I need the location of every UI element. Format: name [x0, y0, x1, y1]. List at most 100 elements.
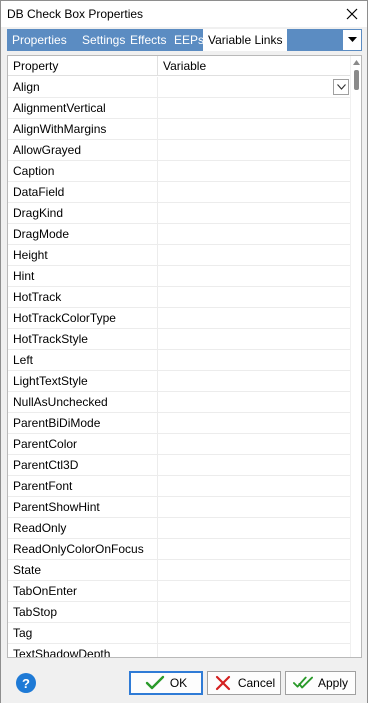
- property-name-cell[interactable]: TextShadowDepth: [8, 644, 158, 657]
- variable-cell[interactable]: [158, 581, 351, 601]
- property-name-cell[interactable]: Align: [8, 77, 158, 97]
- property-row[interactable]: TextShadowDepth: [8, 644, 351, 657]
- scroll-thumb[interactable]: [354, 70, 359, 90]
- property-row[interactable]: Height: [8, 245, 351, 266]
- tab-settings[interactable]: Settings: [77, 29, 130, 51]
- variable-cell[interactable]: [158, 413, 351, 433]
- property-row[interactable]: ReadOnlyColorOnFocus: [8, 539, 351, 560]
- variable-cell[interactable]: [158, 329, 351, 349]
- property-name-cell[interactable]: ReadOnly: [8, 518, 158, 538]
- property-row[interactable]: DataField: [8, 182, 351, 203]
- property-row[interactable]: DragKind: [8, 203, 351, 224]
- column-header-property[interactable]: Property: [8, 56, 158, 76]
- property-row[interactable]: ParentCtl3D: [8, 455, 351, 476]
- property-name-cell[interactable]: Height: [8, 245, 158, 265]
- variable-cell[interactable]: [158, 371, 351, 391]
- property-name-cell[interactable]: TabStop: [8, 602, 158, 622]
- variable-cell[interactable]: [158, 455, 351, 475]
- property-name-cell[interactable]: Left: [8, 350, 158, 370]
- property-row[interactable]: NullAsUnchecked: [8, 392, 351, 413]
- apply-button[interactable]: Apply: [285, 671, 356, 695]
- variable-cell[interactable]: [158, 308, 351, 328]
- tab-list-dropdown-button[interactable]: [342, 29, 362, 51]
- property-row[interactable]: HotTrackColorType: [8, 308, 351, 329]
- help-button[interactable]: ?: [16, 673, 36, 693]
- variable-cell[interactable]: [158, 287, 351, 307]
- property-name-cell[interactable]: TabOnEnter: [8, 581, 158, 601]
- variable-cell[interactable]: [158, 161, 351, 181]
- property-row[interactable]: Align: [8, 77, 351, 98]
- property-row[interactable]: HotTrackStyle: [8, 329, 351, 350]
- variable-cell[interactable]: [158, 539, 351, 559]
- property-name-cell[interactable]: HotTrack: [8, 287, 158, 307]
- property-name-cell[interactable]: ParentCtl3D: [8, 455, 158, 475]
- property-row[interactable]: LightTextStyle: [8, 371, 351, 392]
- property-row[interactable]: State: [8, 560, 351, 581]
- variable-cell[interactable]: [158, 224, 351, 244]
- variable-cell[interactable]: [158, 182, 351, 202]
- property-row[interactable]: TabOnEnter: [8, 581, 351, 602]
- property-row[interactable]: Tag: [8, 623, 351, 644]
- scroll-up-button[interactable]: [351, 58, 361, 66]
- variable-cell[interactable]: [158, 119, 351, 139]
- variable-cell[interactable]: [158, 77, 351, 97]
- property-name-cell[interactable]: DataField: [8, 182, 158, 202]
- variable-cell[interactable]: [158, 140, 351, 160]
- column-header-variable[interactable]: Variable: [158, 56, 351, 76]
- property-row[interactable]: HotTrack: [8, 287, 351, 308]
- variable-cell[interactable]: [158, 518, 351, 538]
- property-name-cell[interactable]: Caption: [8, 161, 158, 181]
- property-row[interactable]: AlignmentVertical: [8, 98, 351, 119]
- property-name-cell[interactable]: ParentFont: [8, 476, 158, 496]
- property-row[interactable]: Hint: [8, 266, 351, 287]
- variable-cell[interactable]: [158, 350, 351, 370]
- cancel-button[interactable]: Cancel: [207, 671, 281, 695]
- property-name-cell[interactable]: AlignmentVertical: [8, 98, 158, 118]
- variable-cell[interactable]: [158, 476, 351, 496]
- variable-cell[interactable]: [158, 497, 351, 517]
- tab-effects[interactable]: Effects: [125, 29, 171, 51]
- variable-cell[interactable]: [158, 644, 351, 657]
- property-name-cell[interactable]: ReadOnlyColorOnFocus: [8, 539, 158, 559]
- property-name-cell[interactable]: ParentColor: [8, 434, 158, 454]
- property-row[interactable]: Caption: [8, 161, 351, 182]
- property-name-cell[interactable]: DragKind: [8, 203, 158, 223]
- property-name-cell[interactable]: ParentShowHint: [8, 497, 158, 517]
- tab-variable-links[interactable]: Variable Links: [203, 29, 288, 51]
- property-name-cell[interactable]: AllowGrayed: [8, 140, 158, 160]
- variable-cell[interactable]: [158, 245, 351, 265]
- variable-cell[interactable]: [158, 602, 351, 622]
- vertical-scrollbar[interactable]: [350, 56, 361, 657]
- property-name-cell[interactable]: State: [8, 560, 158, 580]
- property-name-cell[interactable]: Hint: [8, 266, 158, 286]
- property-row[interactable]: ReadOnly: [8, 518, 351, 539]
- tab-properties[interactable]: Properties: [7, 29, 72, 51]
- property-name-cell[interactable]: LightTextStyle: [8, 371, 158, 391]
- property-row[interactable]: ParentColor: [8, 434, 351, 455]
- variable-dropdown-button[interactable]: [333, 79, 349, 95]
- variable-cell[interactable]: [158, 623, 351, 643]
- property-row[interactable]: TabStop: [8, 602, 351, 623]
- variable-cell[interactable]: [158, 434, 351, 454]
- property-row[interactable]: ParentFont: [8, 476, 351, 497]
- variable-cell[interactable]: [158, 98, 351, 118]
- property-row[interactable]: Left: [8, 350, 351, 371]
- property-row[interactable]: ParentShowHint: [8, 497, 351, 518]
- variable-cell[interactable]: [158, 203, 351, 223]
- property-name-cell[interactable]: DragMode: [8, 224, 158, 244]
- variable-cell[interactable]: [158, 392, 351, 412]
- property-name-cell[interactable]: HotTrackColorType: [8, 308, 158, 328]
- property-row[interactable]: ParentBiDiMode: [8, 413, 351, 434]
- property-name-cell[interactable]: Tag: [8, 623, 158, 643]
- variable-cell[interactable]: [158, 560, 351, 580]
- property-name-cell[interactable]: AlignWithMargins: [8, 119, 158, 139]
- ok-button[interactable]: OK: [129, 671, 203, 695]
- property-name-cell[interactable]: HotTrackStyle: [8, 329, 158, 349]
- property-row[interactable]: AllowGrayed: [8, 140, 351, 161]
- property-row[interactable]: AlignWithMargins: [8, 119, 351, 140]
- close-button[interactable]: [337, 1, 367, 27]
- property-row[interactable]: DragMode: [8, 224, 351, 245]
- property-name-cell[interactable]: NullAsUnchecked: [8, 392, 158, 412]
- variable-cell[interactable]: [158, 266, 351, 286]
- property-name-cell[interactable]: ParentBiDiMode: [8, 413, 158, 433]
